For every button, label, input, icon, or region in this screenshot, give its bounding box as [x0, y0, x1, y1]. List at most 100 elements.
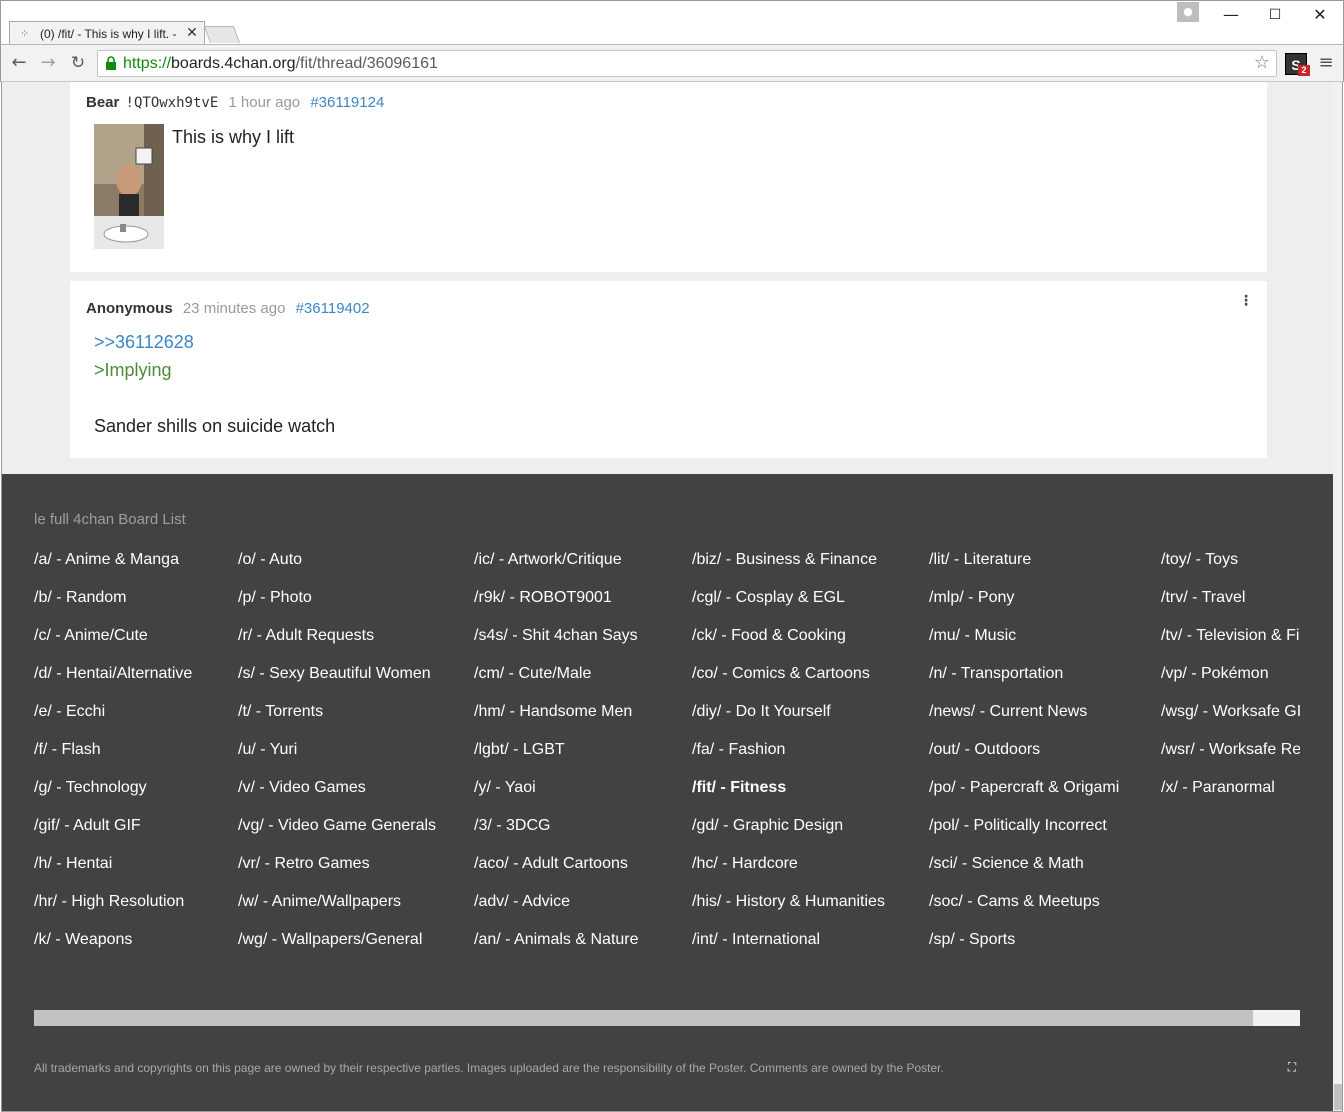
- new-tab-button[interactable]: [203, 26, 241, 43]
- board-link[interactable]: /fa/ - Fashion: [692, 740, 885, 778]
- board-list: /a/ - Anime & Manga/b/ - Random/c/ - Ani…: [34, 550, 1300, 970]
- board-list-scrollbar[interactable]: [34, 1010, 1300, 1026]
- board-link[interactable]: /trv/ - Travel: [1161, 588, 1300, 626]
- bookmark-star-icon[interactable]: ☆: [1252, 53, 1272, 73]
- board-link[interactable]: /mu/ - Music: [929, 626, 1119, 664]
- browser-menu-icon[interactable]: ≡: [1316, 53, 1336, 73]
- board-link[interactable]: /a/ - Anime & Manga: [34, 550, 192, 588]
- minimize-button[interactable]: —: [1208, 3, 1254, 27]
- board-link[interactable]: /asp/ - Alternative Sports: [474, 968, 648, 970]
- tripcode: !QTOwxh9tvE: [125, 95, 219, 111]
- board-link[interactable]: /tv/ - Television & Fi: [1161, 626, 1300, 664]
- close-tab-icon[interactable]: ✕: [184, 25, 200, 41]
- post-body: >>36112628 >Implying Sander shills on su…: [94, 328, 335, 440]
- board-link[interactable]: /vg/ - Video Game Generals: [238, 816, 436, 854]
- board-link[interactable]: /e/ - Ecchi: [34, 702, 192, 740]
- page-scrollbar-thumb[interactable]: [1334, 1084, 1342, 1110]
- board-link[interactable]: /tg/ - Traditional Games: [929, 968, 1119, 970]
- board-link[interactable]: /r9k/ - ROBOT9001: [474, 588, 648, 626]
- board-link[interactable]: /jp/ - Otaku Culture: [692, 968, 885, 970]
- board-link[interactable]: /pol/ - Politically Incorrect: [929, 816, 1119, 854]
- poster-name: Anonymous: [86, 300, 173, 317]
- board-link[interactable]: /ck/ - Food & Cooking: [692, 626, 885, 664]
- board-link[interactable]: /an/ - Animals & Nature: [474, 930, 648, 968]
- board-link[interactable]: /vp/ - Pokémon: [1161, 664, 1300, 702]
- board-link[interactable]: /co/ - Comics & Cartoons: [692, 664, 885, 702]
- extension-s-icon[interactable]: S2: [1285, 53, 1310, 76]
- board-link[interactable]: /b/ - Random: [34, 588, 192, 626]
- expand-icon[interactable]: ⛶: [1285, 1060, 1299, 1074]
- reload-icon[interactable]: ↻: [68, 53, 88, 73]
- board-link[interactable]: /po/ - Papercraft & Origami: [929, 778, 1119, 816]
- board-link[interactable]: /r/ - Adult Requests: [238, 626, 436, 664]
- post-thumbnail[interactable]: [94, 124, 164, 249]
- window-close-button[interactable]: ✕: [1297, 3, 1343, 27]
- board-link[interactable]: /news/ - Current News: [929, 702, 1119, 740]
- board-link[interactable]: /s4s/ - Shit 4chan Says: [474, 626, 648, 664]
- board-link[interactable]: /wg/ - Wallpapers/General: [238, 930, 436, 968]
- board-link[interactable]: /m/ - Mecha: [34, 968, 192, 970]
- board-link[interactable]: /cgl/ - Cosplay & EGL: [692, 588, 885, 626]
- board-link[interactable]: /x/ - Paranormal: [1161, 778, 1300, 816]
- board-link[interactable]: /mlp/ - Pony: [929, 588, 1119, 626]
- board-link[interactable]: /biz/ - Business & Finance: [692, 550, 885, 588]
- board-link[interactable]: /wsg/ - Worksafe GI: [1161, 702, 1300, 740]
- board-link[interactable]: /i/ - Oekaki: [238, 968, 436, 970]
- board-link[interactable]: /gd/ - Graphic Design: [692, 816, 885, 854]
- board-link[interactable]: /3/ - 3DCG: [474, 816, 648, 854]
- board-link[interactable]: /lgbt/ - LGBT: [474, 740, 648, 778]
- board-link[interactable]: /vr/ - Retro Games: [238, 854, 436, 892]
- profile-icon[interactable]: ●: [1177, 2, 1199, 22]
- legal-notice: All trademarks and copyrights on this pa…: [34, 1061, 944, 1075]
- post-menu-icon[interactable]: ⋮: [1239, 293, 1253, 309]
- page-scrollbar[interactable]: [1333, 82, 1342, 1111]
- board-link[interactable]: /p/ - Photo: [238, 588, 436, 626]
- board-link[interactable]: /sp/ - Sports: [929, 930, 1119, 968]
- board-column: /biz/ - Business & Finance/cgl/ - Cospla…: [692, 550, 885, 970]
- board-link[interactable]: /k/ - Weapons: [34, 930, 192, 968]
- back-arrow-icon[interactable]: ←: [9, 53, 29, 73]
- post-number-link[interactable]: #36119402: [296, 300, 370, 317]
- browser-tab[interactable]: ⁘ (0) /fit/ - This is why I lift. - ✕: [9, 21, 205, 47]
- board-link[interactable]: /wsr/ - Worksafe Re: [1161, 740, 1300, 778]
- board-link[interactable]: /adv/ - Advice: [474, 892, 648, 930]
- board-link[interactable]: /d/ - Hentai/Alternative: [34, 664, 192, 702]
- maximize-button[interactable]: ☐: [1252, 3, 1298, 27]
- board-link[interactable]: /f/ - Flash: [34, 740, 192, 778]
- board-link[interactable]: /n/ - Transportation: [929, 664, 1119, 702]
- address-bar[interactable]: https://boards.4chan.org/fit/thread/3609…: [97, 50, 1277, 77]
- board-link[interactable]: /y/ - Yaoi: [474, 778, 648, 816]
- board-link[interactable]: /o/ - Auto: [238, 550, 436, 588]
- post-time: 23 minutes ago: [182, 300, 286, 317]
- board-link[interactable]: /fit/ - Fitness: [692, 778, 885, 816]
- board-link[interactable]: /g/ - Technology: [34, 778, 192, 816]
- board-link[interactable]: /hm/ - Handsome Men: [474, 702, 648, 740]
- browser-toolbar: ← → ↻ https://boards.4chan.org/fit/threa…: [0, 44, 1344, 82]
- board-link[interactable]: /aco/ - Adult Cartoons: [474, 854, 648, 892]
- board-link[interactable]: /toy/ - Toys: [1161, 550, 1300, 588]
- board-link[interactable]: /gif/ - Adult GIF: [34, 816, 192, 854]
- board-link[interactable]: /v/ - Video Games: [238, 778, 436, 816]
- scrollbar-thumb[interactable]: [34, 1010, 1253, 1026]
- board-link[interactable]: /diy/ - Do It Yourself: [692, 702, 885, 740]
- board-link[interactable]: /cm/ - Cute/Male: [474, 664, 648, 702]
- forward-arrow-icon[interactable]: →: [38, 53, 58, 73]
- board-link[interactable]: /soc/ - Cams & Meetups: [929, 892, 1119, 930]
- board-link[interactable]: /t/ - Torrents: [238, 702, 436, 740]
- quote-link[interactable]: >>36112628: [94, 328, 335, 356]
- board-link[interactable]: /out/ - Outdoors: [929, 740, 1119, 778]
- board-link[interactable]: /u/ - Yuri: [238, 740, 436, 778]
- board-link[interactable]: /int/ - International: [692, 930, 885, 968]
- board-link[interactable]: /c/ - Anime/Cute: [34, 626, 192, 664]
- board-link[interactable]: /h/ - Hentai: [34, 854, 192, 892]
- post-header: Anonymous 23 minutes ago #36119402: [86, 300, 370, 317]
- board-link[interactable]: /hr/ - High Resolution: [34, 892, 192, 930]
- board-link[interactable]: /hc/ - Hardcore: [692, 854, 885, 892]
- board-link[interactable]: /his/ - History & Humanities: [692, 892, 885, 930]
- board-link[interactable]: /ic/ - Artwork/Critique: [474, 550, 648, 588]
- board-link[interactable]: /lit/ - Literature: [929, 550, 1119, 588]
- board-link[interactable]: /s/ - Sexy Beautiful Women: [238, 664, 436, 702]
- board-link[interactable]: /sci/ - Science & Math: [929, 854, 1119, 892]
- post-number-link[interactable]: #36119124: [310, 94, 384, 111]
- board-link[interactable]: /w/ - Anime/Wallpapers: [238, 892, 436, 930]
